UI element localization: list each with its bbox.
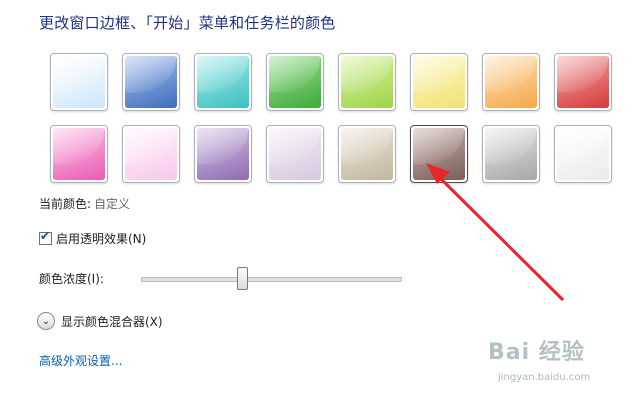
watermark: Bai 经验 jingyan.baidu.com <box>488 334 638 394</box>
watermark-logo: Bai 经验 <box>488 340 585 365</box>
watermark-url: jingyan.baidu.com <box>498 372 591 383</box>
